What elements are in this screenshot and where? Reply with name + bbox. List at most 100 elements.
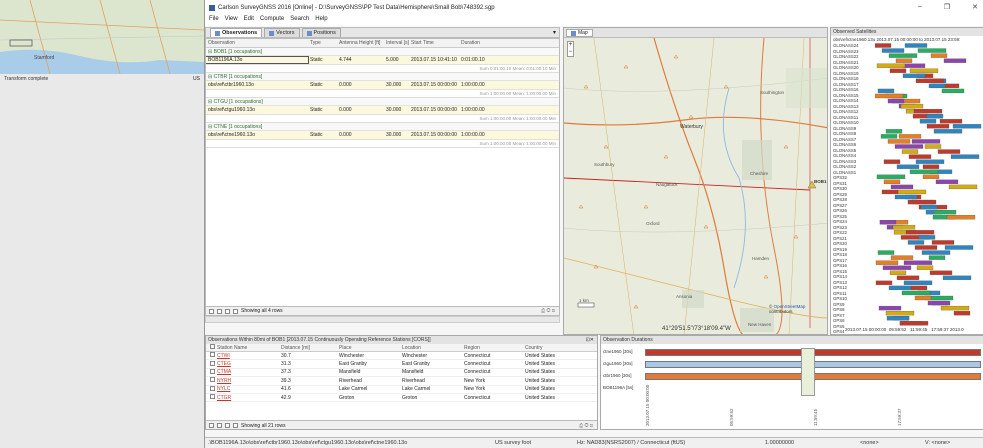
observed-satellites-panel: Observed Satellites obs\ref\ctne1960.13o… xyxy=(830,27,983,335)
satellite-bar xyxy=(940,305,970,311)
satellite-bar xyxy=(895,58,913,63)
background-window: Stamford Transform complete US xyxy=(0,0,204,448)
station-link[interactable]: CTGR xyxy=(215,395,279,401)
nav-last-button[interactable] xyxy=(233,423,238,428)
station-link[interactable]: CTWI xyxy=(215,353,279,359)
zoom-in-button[interactable]: + xyxy=(568,42,573,49)
cell: East Granby xyxy=(402,361,430,368)
map-panel[interactable]: Map + − Waterbury Southington Cheshire N… xyxy=(563,27,828,335)
vectors-icon xyxy=(269,30,275,36)
zoom-out-button[interactable]: − xyxy=(568,49,573,56)
column-header[interactable]: Location xyxy=(400,345,462,351)
station-marker-label[interactable]: BOB1 xyxy=(814,179,827,184)
satellite-bar xyxy=(899,321,929,326)
footer-tools-icon[interactable]: ⎙ ◎ ⊡ xyxy=(579,423,593,429)
group-label: CTNE [1 occupations] xyxy=(213,123,263,130)
table-row[interactable]: obs\ref\ctgu1960.13o Static 0.000 30.000… xyxy=(206,106,559,115)
cell: 0.000 xyxy=(339,132,352,138)
tab-observations[interactable]: Observations xyxy=(210,28,263,37)
satellite-bar xyxy=(905,230,935,235)
nav-prev-button[interactable] xyxy=(217,423,222,428)
column-header[interactable]: Duration xyxy=(459,40,559,46)
nav-prev-button[interactable] xyxy=(217,308,222,314)
cell: Mansfield xyxy=(339,369,361,376)
column-header[interactable]: Antenna Height [ft] xyxy=(337,40,384,46)
project-tabs: Observations Vectors Positions ▾ xyxy=(205,27,560,38)
menu-help[interactable]: Help xyxy=(315,16,327,26)
cell: Connecticut xyxy=(464,369,491,376)
station-link[interactable]: CTEG xyxy=(215,361,279,367)
table-row[interactable]: obs\ref\ctne1960.13o Static 0.000 30.000… xyxy=(206,131,559,140)
satellite-bar xyxy=(890,255,914,260)
table-row[interactable]: CTWI 30.7 Winchester Winchester Connecticut U… xyxy=(206,352,597,361)
satellite-bar xyxy=(913,109,943,114)
satellite-bar xyxy=(933,129,963,134)
status-units: US survey foot xyxy=(495,440,532,446)
column-header[interactable]: Type xyxy=(308,40,337,46)
column-header[interactable]: Distance [mi] xyxy=(279,345,337,351)
nav-next-button[interactable] xyxy=(225,308,230,314)
map-place-label: Waterbury xyxy=(680,124,703,130)
maximize-button[interactable]: ❐ xyxy=(944,3,950,11)
group-header[interactable]: ⊟ CTBR [1 occupations] xyxy=(206,73,559,81)
title-bar: Carlson SurveyGNSS 2016 [Online] - D:\Su… xyxy=(205,0,983,16)
close-button[interactable]: ✕ xyxy=(972,3,978,11)
group-header[interactable]: ⊟ CTGU [1 occupations] xyxy=(206,98,559,106)
tab-map[interactable]: Map xyxy=(566,29,593,37)
column-header[interactable]: Interval [s] xyxy=(384,40,409,46)
map-place-label: Ansonia xyxy=(676,294,693,299)
satellite-bar xyxy=(929,270,953,275)
panel-close-icon[interactable]: ⊡✕ xyxy=(586,336,594,344)
cell: Winchester xyxy=(339,352,365,359)
station-link[interactable]: CTMA xyxy=(215,369,279,375)
column-header[interactable]: Region xyxy=(462,345,523,351)
duration-label: ctgu1960 [30s] xyxy=(603,361,633,366)
nav-last-button[interactable] xyxy=(233,308,238,314)
station-link[interactable]: NYRH xyxy=(215,378,279,384)
cell: 0.000 xyxy=(339,82,352,88)
satellite-bar xyxy=(909,68,939,73)
column-header[interactable]: Country xyxy=(523,345,593,351)
cell: United States xyxy=(525,352,556,359)
menu-view[interactable]: View xyxy=(225,16,238,26)
menu-compute[interactable]: Compute xyxy=(260,16,284,26)
cell: 30.7 xyxy=(281,352,291,359)
menu-edit[interactable]: Edit xyxy=(244,16,254,26)
group-header[interactable]: ⊟ BOB1 [1 occupations] xyxy=(206,48,559,56)
nav-next-button[interactable] xyxy=(225,423,230,428)
column-header[interactable]: Observation xyxy=(206,40,308,46)
table-row[interactable]: CTEG 31.3 East Granby East Granby Connecticu… xyxy=(206,360,597,369)
table-row[interactable]: obs\ref\ctbr1960.13o Static 0.000 30.000… xyxy=(206,81,559,90)
minimize-button[interactable]: – xyxy=(918,3,922,11)
tab-positions[interactable]: Positions xyxy=(301,28,341,37)
satellite-bar xyxy=(921,250,951,255)
panel-menu-icon[interactable]: ▾ xyxy=(553,29,556,36)
cell: Static xyxy=(310,107,323,113)
satellite-bar xyxy=(914,245,938,250)
satellite-bar xyxy=(876,63,906,68)
column-header[interactable]: Station Name xyxy=(215,345,279,351)
observations-icon xyxy=(215,30,220,36)
menu-search[interactable]: Search xyxy=(290,16,309,26)
menu-file[interactable]: File xyxy=(209,16,219,26)
nav-first-button[interactable] xyxy=(209,308,214,314)
cell: 37.3 xyxy=(281,369,291,376)
column-header[interactable]: Start Time xyxy=(409,40,459,46)
footer-tools-icon[interactable]: ⎙ ◎ ⊡ xyxy=(541,308,555,314)
panel-subtitle: obs\ref\ctne1960.13o 2013.07.15 00:00:00… xyxy=(833,37,961,42)
status-bar: .\BOB1196A.13o\obs\ref\ctbr1960.13o\obs\… xyxy=(205,437,983,448)
satellite-bar xyxy=(939,119,963,124)
column-header[interactable]: Place xyxy=(337,345,400,351)
nav-first-button[interactable] xyxy=(209,423,214,428)
table-row[interactable]: CTGR 42.9 Groton Groton Connecticut United St… xyxy=(206,394,597,403)
satellite-bar xyxy=(902,73,926,78)
tab-vectors[interactable]: Vectors xyxy=(264,28,300,37)
table-row[interactable]: NYRH 39.3 Riverhead Riverhead New York United… xyxy=(206,377,597,386)
horizontal-scrollbar[interactable] xyxy=(205,316,560,323)
table-row[interactable]: BOB1196A.13o Static 4.744 5.000 2013.07.… xyxy=(206,56,559,65)
table-row[interactable]: NYLC 41.6 Lake Carmel Lake Carmel New York Un… xyxy=(206,385,597,394)
station-link[interactable]: NYLC xyxy=(215,386,279,392)
table-row[interactable]: CTMA 37.3 Mansfield Mansfield Connecticut Uni… xyxy=(206,368,597,378)
satellite-bar xyxy=(903,280,933,286)
group-header[interactable]: ⊟ CTNE [1 occupations] xyxy=(206,123,559,131)
